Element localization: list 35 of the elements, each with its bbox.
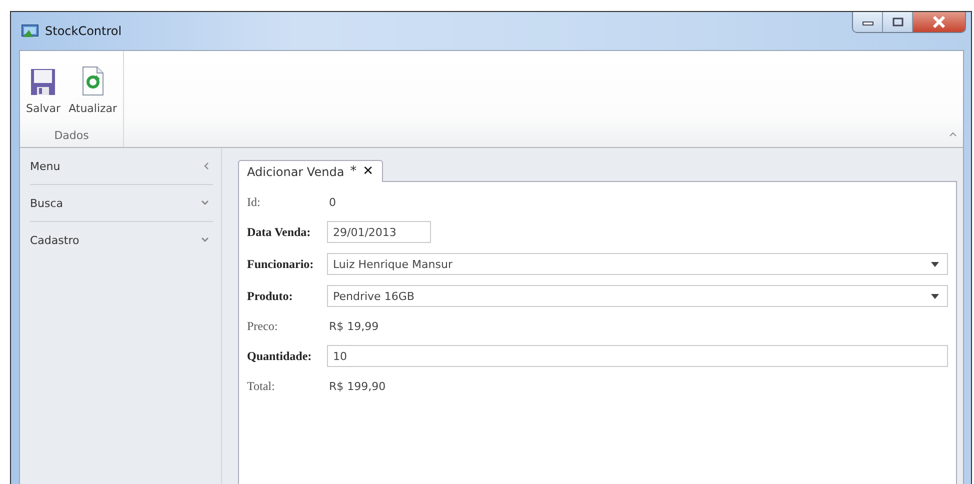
maximize-button[interactable] <box>883 12 913 32</box>
dropdown[interactable]: Pendrive 16GB <box>327 285 948 307</box>
field-label: Data Venda: <box>247 224 312 240</box>
refresh-document-icon <box>80 66 105 96</box>
group-label: Dados <box>54 129 89 142</box>
sidebar-item[interactable]: Busca <box>30 184 213 221</box>
dropdown[interactable]: Luiz Henrique Mansur <box>327 253 948 275</box>
field-label: Preco: <box>247 318 279 334</box>
maximize-icon <box>892 17 904 27</box>
date-field[interactable]: 29/01/2013 <box>327 221 431 243</box>
window-title: StockControl <box>45 24 122 38</box>
modified-mark: * <box>350 164 357 179</box>
dropdown-arrow-icon <box>931 294 939 298</box>
field-label: Quantidade: <box>247 348 313 364</box>
field-label: Funcionario: <box>247 256 315 272</box>
document-tab[interactable]: Adicionar Venda * ✕ <box>238 160 383 182</box>
minimize-button[interactable] <box>853 12 883 32</box>
save-button[interactable]: Salvar <box>24 55 63 117</box>
field-value: R$ 199,90 <box>328 380 386 392</box>
collapse-icon[interactable] <box>203 162 209 170</box>
close-icon <box>932 16 946 28</box>
collapse-icon[interactable] <box>949 131 957 137</box>
input-field[interactable]: 10 <box>327 345 948 367</box>
sidebar-title: Menu <box>30 160 60 172</box>
app-icon <box>21 24 39 38</box>
dropdown-arrow-icon <box>931 262 939 266</box>
field-label: Id: <box>247 194 262 210</box>
field-label: Total: <box>247 378 276 394</box>
field-value: 0 <box>328 196 336 208</box>
sidebar-item[interactable]: Cadastro <box>30 221 213 258</box>
close-tab-button[interactable]: ✕ <box>362 164 374 179</box>
field-value: R$ 19,99 <box>328 320 379 332</box>
field-label: Produto: <box>247 288 294 304</box>
close-button[interactable] <box>913 12 965 32</box>
refresh-button[interactable]: Atualizar <box>66 55 120 117</box>
